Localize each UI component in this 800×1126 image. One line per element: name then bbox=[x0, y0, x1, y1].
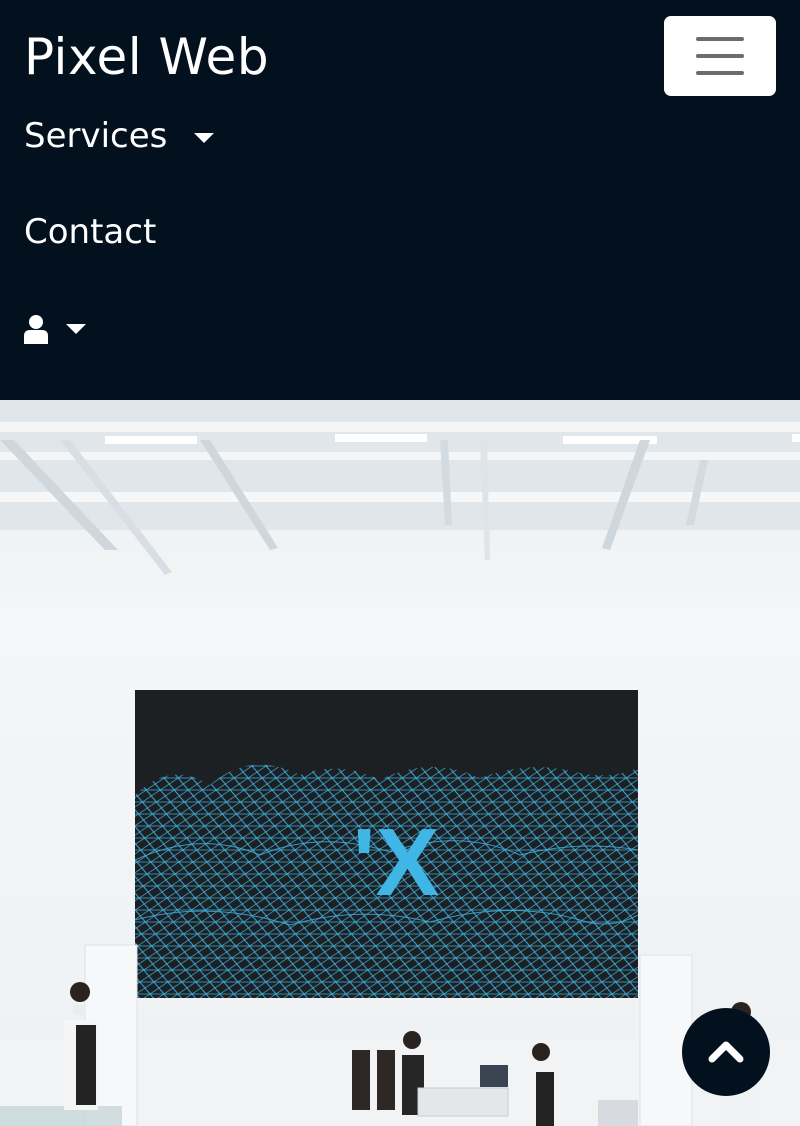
navbar: Pixel Web Services Contact bbox=[0, 0, 800, 400]
nav-item-label: Contact bbox=[24, 212, 157, 252]
navbar-toggler-button[interactable] bbox=[664, 16, 776, 96]
nav-item-label: Services bbox=[24, 116, 168, 156]
user-menu-dropdown[interactable] bbox=[24, 312, 94, 346]
screen-text: 'X bbox=[353, 809, 440, 916]
brand-logo[interactable]: Pixel Web bbox=[24, 28, 269, 86]
chevron-down-icon bbox=[194, 132, 215, 143]
nav-item-contact[interactable]: Contact bbox=[24, 212, 156, 252]
chevron-down-icon bbox=[66, 324, 86, 334]
hero-image: 'X bbox=[0, 400, 800, 1126]
scroll-to-top-button[interactable] bbox=[682, 1008, 770, 1096]
nav-item-services[interactable]: Services bbox=[24, 116, 215, 156]
chevron-up-icon bbox=[708, 1041, 744, 1063]
user-icon bbox=[24, 315, 48, 344]
